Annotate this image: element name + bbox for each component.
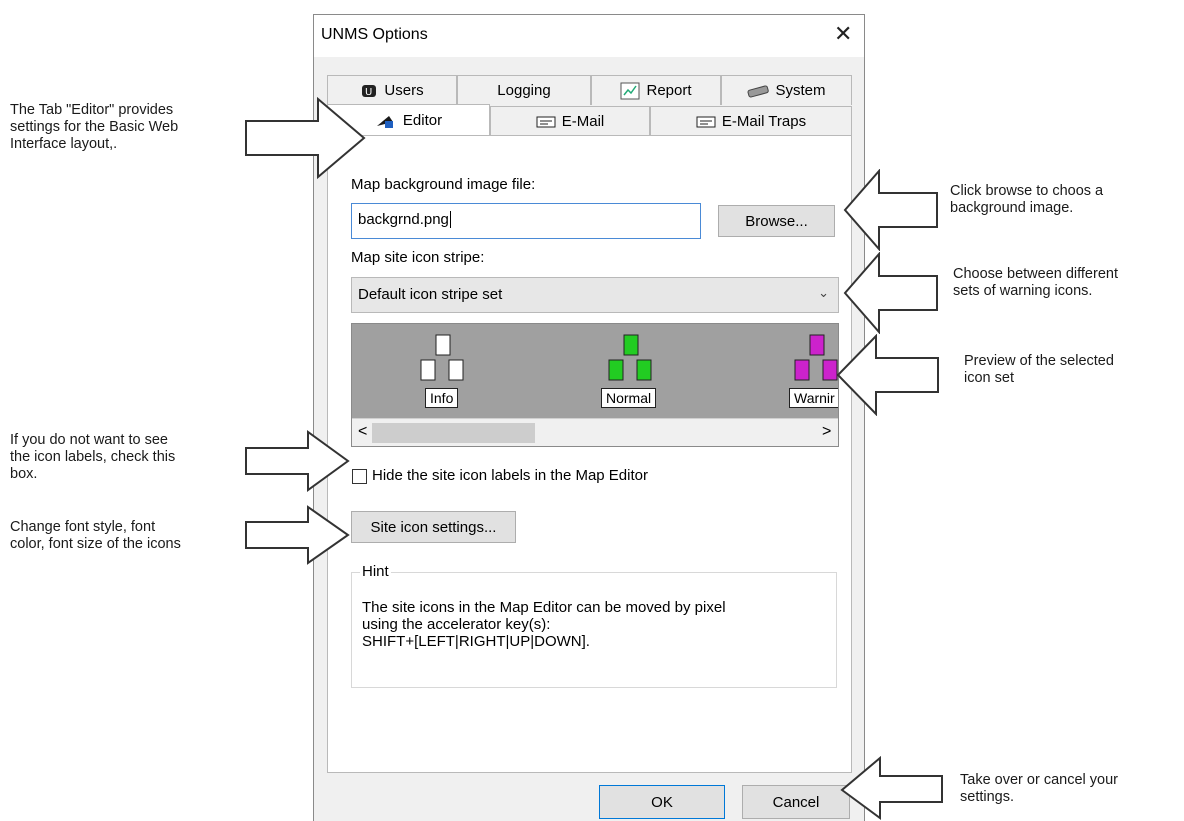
bg-image-value: backgrnd.png <box>358 211 449 228</box>
tab-label: System <box>775 82 826 99</box>
stripe-label: Map site icon stripe: <box>351 249 485 266</box>
annotation-preview: Preview of the selected icon set <box>964 353 1114 386</box>
ok-button[interactable]: OK <box>599 785 725 819</box>
dialog-footer: OK Cancel <box>314 773 864 821</box>
annotation-browse: Click browse to choos a background image… <box>950 183 1104 216</box>
tab-email[interactable]: E-Mail <box>490 106 650 136</box>
callout-arrow-left <box>843 252 938 334</box>
callout-arrow-right <box>245 505 350 565</box>
tab-label: E-Mail Traps <box>721 113 807 130</box>
preview-label-info: Info <box>425 388 459 408</box>
text-cursor: ​ <box>449 211 451 228</box>
close-icon[interactable]: ✕ <box>834 23 852 45</box>
annotation-hide-labels: If you do not want to see the icon label… <box>10 432 176 482</box>
tab-email-traps[interactable]: E-Mail Traps <box>650 106 852 136</box>
tab-system[interactable]: System <box>721 75 852 105</box>
normal-building-icon <box>608 334 652 381</box>
preview-label-warning: Warnir <box>789 388 838 408</box>
hint-text: The site icons in the Map Editor can be … <box>362 599 726 650</box>
stripe-selected-value: Default icon stripe set <box>358 286 503 303</box>
hint-group: Hint The site icons in the Map Editor ca… <box>351 563 837 688</box>
tab-logging[interactable]: Logging <box>457 75 591 105</box>
site-icon-settings-button[interactable]: Site icon settings... <box>351 511 516 543</box>
email-icon <box>536 116 556 127</box>
hint-title: Hint <box>360 563 391 580</box>
cancel-button[interactable]: Cancel <box>742 785 850 819</box>
callout-arrow-right <box>245 430 350 492</box>
options-dialog: UNMS Options ✕ U Users Logging Report Sy… <box>313 14 865 821</box>
annotation-stripe: Choose between different sets of warning… <box>953 266 1118 299</box>
title-bar: UNMS Options ✕ <box>314 15 864 57</box>
svg-text:U: U <box>365 87 372 98</box>
hide-labels-text: Hide the site icon labels in the Map Edi… <box>372 467 648 484</box>
editor-panel: Map background image file: backgrnd.png​… <box>327 135 852 773</box>
dialog-title: UNMS Options <box>321 26 428 43</box>
editor-icon <box>376 115 393 128</box>
browse-button[interactable]: Browse... <box>718 205 835 237</box>
warning-building-icon <box>794 334 838 381</box>
callout-arrow-right <box>245 97 366 179</box>
preview-label-normal: Normal <box>601 388 657 408</box>
tab-label: Editor <box>402 112 443 129</box>
scroll-right-icon[interactable]: > <box>822 423 831 441</box>
scroll-left-icon[interactable]: < <box>358 423 367 441</box>
preview-scrollbar[interactable]: < > <box>352 418 838 446</box>
tab-label: Users <box>384 82 424 99</box>
chevron-down-icon: ⌄ <box>818 285 829 300</box>
annotation-editor-tab: The Tab "Editor" provides settings for t… <box>10 102 179 152</box>
tab-label: Logging <box>497 82 551 99</box>
tab-label: Report <box>646 82 692 99</box>
tab-report[interactable]: Report <box>591 75 721 105</box>
callout-arrow-left <box>843 169 938 251</box>
system-icon <box>747 84 770 98</box>
hide-labels-checkbox[interactable] <box>352 469 367 484</box>
tab-label: E-Mail <box>561 113 605 130</box>
report-icon <box>620 82 640 99</box>
icon-preview: Info Normal Warnir < > <box>351 323 839 447</box>
email-traps-icon <box>696 116 716 127</box>
bg-image-label: Map background image file: <box>351 176 536 193</box>
info-building-icon <box>420 334 464 381</box>
callout-arrow-left <box>840 756 943 820</box>
annotation-site-icon-settings: Change font style, font color, font size… <box>10 519 181 552</box>
scrollbar-thumb[interactable] <box>372 423 535 443</box>
bg-image-input[interactable]: backgrnd.png​ <box>351 203 701 239</box>
callout-arrow-left <box>836 334 939 416</box>
stripe-select[interactable]: Default icon stripe set ⌄ <box>351 277 839 313</box>
annotation-ok-cancel: Take over or cancel your settings. <box>960 772 1118 805</box>
